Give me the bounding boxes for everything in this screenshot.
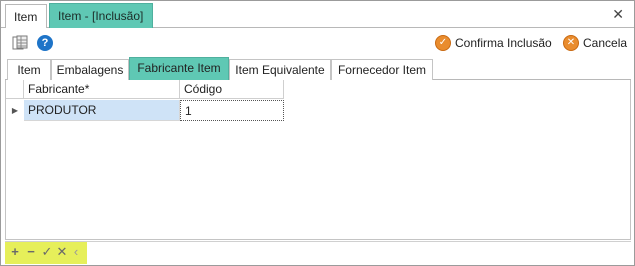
delete-record-icon[interactable]: − [24, 244, 38, 260]
tab-item-equivalente[interactable]: Item Equivalente [229, 59, 331, 80]
window-tab-bar: Item Item - [Inclusão] ✕ [1, 1, 634, 28]
row-indicator-icon: ▶ [11, 106, 19, 115]
cancel-label: Cancela [583, 36, 628, 50]
window-tab-item[interactable]: Item [5, 4, 47, 28]
column-header-codigo-fabricante[interactable]: Código Fabricante* [180, 80, 284, 114]
manufacturer-grid: Fabricante* Código Fabricante* ▶ PRODUTO… [5, 80, 631, 240]
cancel-edit-icon[interactable]: ✕ [55, 244, 69, 260]
cancel-icon: ✕ [563, 35, 579, 51]
cancel-button[interactable]: ✕ Cancela [563, 34, 627, 52]
tab-fabricante-item[interactable]: Fabricante Item [129, 57, 229, 80]
tab-item[interactable]: Item [7, 59, 51, 80]
help-icon[interactable]: ? [37, 35, 53, 51]
detail-tabs: Item Embalagens Fabricante Item Item Equ… [5, 57, 631, 80]
check-icon: ✓ [435, 35, 451, 51]
cell-codigo-fabricante[interactable]: 1 [180, 100, 284, 121]
toolbar: ? ✓ Confirma Inclusão ✕ Cancela [1, 29, 634, 57]
tab-fornecedor-item[interactable]: Fornecedor Item [331, 59, 433, 80]
grid-navigator: + − ✓ ✕ ‹ [5, 241, 631, 264]
grid-view-icon[interactable] [12, 35, 28, 51]
add-record-icon[interactable]: + [8, 244, 22, 260]
tab-embalagens[interactable]: Embalagens [51, 59, 129, 80]
window-tab-item-inclusao[interactable]: Item - [Inclusão] [49, 3, 153, 28]
column-header-fabricante[interactable]: Fabricante* [24, 80, 180, 99]
window-frame: Item Item - [Inclusão] ✕ ? ✓ Confirma In… [0, 0, 635, 266]
previous-record-icon[interactable]: ‹ [69, 244, 83, 260]
row-indicator-header [6, 80, 24, 99]
close-icon[interactable]: ✕ [612, 7, 624, 21]
cell-fabricante[interactable]: PRODUTOR [24, 100, 180, 121]
confirm-inclusion-label: Confirma Inclusão [455, 36, 552, 50]
confirm-inclusion-button[interactable]: ✓ Confirma Inclusão [435, 34, 552, 52]
post-record-icon[interactable]: ✓ [40, 244, 54, 260]
